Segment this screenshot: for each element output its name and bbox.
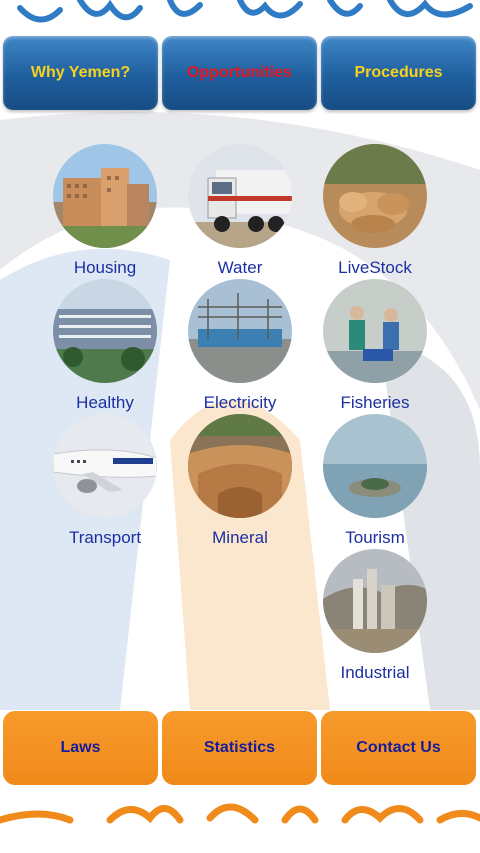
sector-label: Electricity: [203, 393, 277, 412]
contact-us-button[interactable]: Contact Us: [321, 711, 476, 785]
factory-photo-icon: [323, 549, 427, 653]
sector-transport[interactable]: Transport: [37, 414, 173, 548]
top-tab-bar: Why Yemen? Opportunities Procedures: [0, 36, 480, 112]
fish-market-photo-icon: [323, 279, 427, 383]
sector-healthy[interactable]: Healthy: [37, 279, 173, 413]
mine-photo-icon: [188, 414, 292, 518]
bottom-logo-strip: [0, 803, 480, 824]
sector-label: Tourism: [345, 528, 405, 547]
hospital-photo-icon: [53, 279, 157, 383]
tab-opportunities[interactable]: Opportunities: [162, 36, 317, 110]
water-truck-photo-icon: [188, 144, 292, 248]
laws-button[interactable]: Laws: [3, 711, 158, 785]
sector-tourism[interactable]: Tourism: [307, 414, 443, 548]
sector-livestock[interactable]: LiveStock: [307, 144, 443, 278]
power-station-photo-icon: [188, 279, 292, 383]
sector-label: Fisheries: [340, 393, 410, 412]
sector-housing[interactable]: Housing: [37, 144, 173, 278]
top-logo-strip: [17, 0, 473, 23]
sector-fisheries[interactable]: Fisheries: [307, 279, 443, 413]
sector-label: LiveStock: [338, 258, 412, 277]
airplane-photo-icon: [53, 414, 157, 518]
camels-photo-icon: [323, 144, 427, 248]
tab-why-yemen[interactable]: Why Yemen?: [3, 36, 158, 110]
sector-label: Water: [217, 258, 263, 277]
bottom-button-bar: Laws Statistics Contact Us: [0, 711, 480, 787]
sector-water[interactable]: Water: [172, 144, 308, 278]
sector-mineral[interactable]: Mineral: [172, 414, 308, 548]
sector-label: Healthy: [76, 393, 134, 412]
tab-procedures[interactable]: Procedures: [321, 36, 476, 110]
statistics-button[interactable]: Statistics: [162, 711, 317, 785]
housing-photo-icon: [53, 144, 157, 248]
island-photo-icon: [323, 414, 427, 518]
sector-label: Housing: [73, 258, 137, 277]
sector-label: Mineral: [212, 528, 268, 547]
sector-label: Transport: [68, 528, 142, 547]
sector-industrial[interactable]: Industrial: [307, 549, 443, 683]
sector-label: Industrial: [340, 663, 410, 682]
sector-electricity[interactable]: Electricity: [172, 279, 308, 413]
